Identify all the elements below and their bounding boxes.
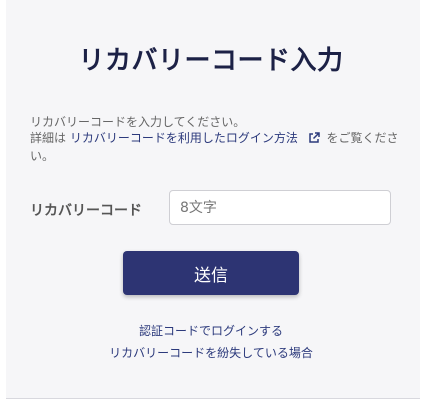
lost-recovery-code-link[interactable]: リカバリーコードを紛失している場合	[0, 344, 422, 361]
description-line2: 詳細は リカバリーコードを利用したログイン方法 をご覧ください。	[30, 130, 400, 164]
auth-code-login-link[interactable]: 認証コードでログインする	[0, 322, 422, 339]
recovery-code-input[interactable]	[169, 190, 391, 225]
submit-button[interactable]: 送信	[123, 251, 299, 295]
description: リカバリーコードを入力してください。 詳細は リカバリーコードを利用したログイン…	[30, 114, 400, 164]
description-prefix: 詳細は	[30, 131, 70, 145]
page-title: リカバリーコード入力	[78, 46, 344, 76]
description-line1: リカバリーコードを入力してください。	[30, 115, 246, 129]
recovery-help-link[interactable]: リカバリーコードを利用したログイン方法	[70, 131, 298, 145]
external-link-icon[interactable]	[308, 132, 320, 148]
recovery-code-label: リカバリーコード	[30, 203, 142, 219]
